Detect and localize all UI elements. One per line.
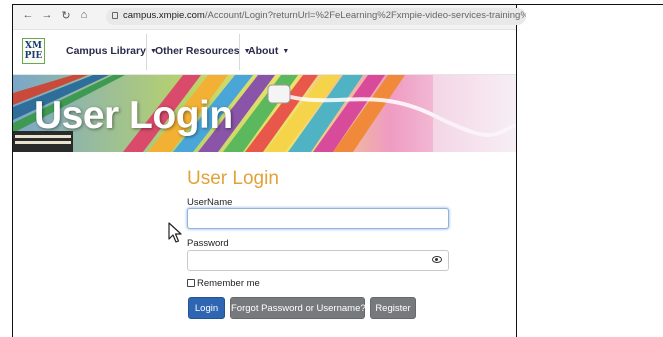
address-bar[interactable]: campus.xmpie.com/Account/Login?returnUrl… bbox=[106, 8, 526, 25]
nav-about-label: About bbox=[248, 45, 279, 57]
back-arrow-icon[interactable]: ← bbox=[21, 9, 35, 21]
lock-icon bbox=[112, 12, 118, 19]
url-host: campus.xmpie.com bbox=[123, 10, 205, 21]
url-text: campus.xmpie.com/Account/Login?returnUrl… bbox=[123, 10, 526, 21]
username-label: UserName bbox=[187, 197, 233, 208]
nav-other-resources-label: Other Resources bbox=[155, 45, 240, 57]
nav-campus-library-label: Campus Library bbox=[66, 45, 146, 57]
login-button[interactable]: Login bbox=[188, 297, 225, 319]
reload-icon[interactable]: ↻ bbox=[59, 9, 73, 22]
forward-arrow-icon[interactable]: → bbox=[40, 9, 54, 21]
xmpie-logo[interactable]: XM PIE bbox=[22, 38, 45, 64]
browser-toolbar: ← → ↻ ⌂ campus.xmpie.com/Account/Login?r… bbox=[13, 5, 526, 30]
password-label: Password bbox=[187, 238, 229, 249]
login-form-title: User Login bbox=[187, 168, 279, 189]
site-navbar: XM PIE Campus Library ▼ Other Resources ▼ A… bbox=[13, 30, 516, 75]
url-path: /Account/Login?returnUrl=%2FeLearning%2F… bbox=[204, 10, 526, 21]
remember-me-checkbox[interactable] bbox=[187, 279, 195, 287]
hero-banner: User Login bbox=[13, 75, 516, 152]
username-input[interactable] bbox=[187, 208, 449, 229]
nav-campus-library[interactable]: Campus Library ▼ bbox=[66, 45, 157, 57]
frame-right-border bbox=[516, 4, 517, 337]
show-password-eye-icon[interactable] bbox=[432, 256, 442, 263]
mouse-pointer-icon bbox=[168, 222, 182, 243]
nav-other-resources[interactable]: Other Resources ▼ bbox=[155, 45, 251, 57]
caret-down-icon: ▼ bbox=[282, 48, 290, 55]
remember-me-label: Remember me bbox=[197, 278, 260, 289]
register-button[interactable]: Register bbox=[370, 297, 416, 319]
home-icon[interactable]: ⌂ bbox=[77, 9, 91, 21]
password-input[interactable] bbox=[187, 250, 449, 271]
nav-divider bbox=[239, 34, 240, 70]
nav-about[interactable]: About ▼ bbox=[248, 45, 289, 57]
forgot-password-button[interactable]: Forgot Password or Username? bbox=[230, 297, 366, 319]
banner-title: User Login bbox=[34, 94, 233, 137]
nav-divider bbox=[146, 34, 147, 70]
